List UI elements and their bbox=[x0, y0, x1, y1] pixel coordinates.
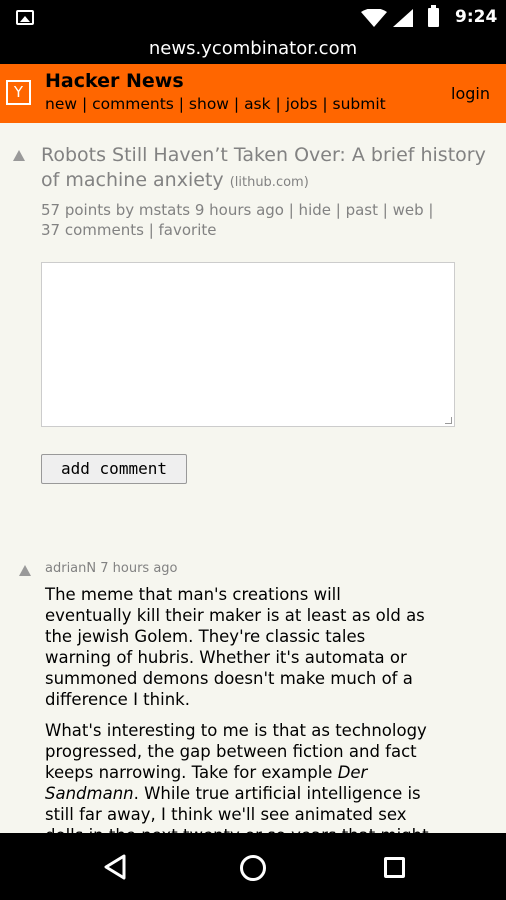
nav-ask[interactable]: ask bbox=[244, 95, 271, 113]
signal-icon bbox=[393, 9, 413, 27]
back-icon[interactable] bbox=[103, 854, 127, 880]
story-upvote-icon[interactable] bbox=[13, 150, 25, 161]
status-bar: 9:24 bbox=[0, 0, 506, 34]
comment-paragraph: What's interesting to me is that as tech… bbox=[45, 721, 429, 833]
top-nav: new | comments | show | ask | jobs | sub… bbox=[45, 95, 386, 113]
nav-comments[interactable]: comments bbox=[92, 95, 174, 113]
page-content: Robots Still Haven’t Taken Over: A brief… bbox=[0, 123, 506, 833]
hn-logo[interactable]: Y bbox=[6, 80, 31, 105]
wifi-icon bbox=[361, 9, 387, 27]
story-subtext: 57 points by mstats 9 hours ago | hide |… bbox=[41, 200, 481, 240]
story-subtext-line2[interactable]: 37 comments | favorite bbox=[41, 220, 481, 240]
comment-meta[interactable]: adrianN 7 hours ago bbox=[45, 561, 178, 576]
comment-textarea[interactable] bbox=[41, 262, 455, 427]
recent-apps-icon[interactable] bbox=[384, 857, 405, 878]
add-comment-button[interactable]: add comment bbox=[41, 454, 187, 484]
clock: 9:24 bbox=[455, 7, 498, 27]
home-icon[interactable] bbox=[240, 855, 266, 881]
nav-submit[interactable]: submit bbox=[333, 95, 386, 113]
nav-show[interactable]: show bbox=[189, 95, 229, 113]
url-bar[interactable]: news.ycombinator.com bbox=[0, 34, 506, 64]
battery-icon bbox=[428, 5, 439, 27]
story-site[interactable]: (lithub.com) bbox=[230, 175, 309, 190]
comment-body: The meme that man's creations will event… bbox=[45, 584, 430, 833]
story-title[interactable]: Robots Still Haven’t Taken Over: A brief… bbox=[41, 143, 493, 195]
image-notification-icon bbox=[16, 10, 34, 25]
comment-upvote-icon[interactable] bbox=[19, 565, 31, 576]
login-link[interactable]: login bbox=[451, 84, 490, 103]
nav-new[interactable]: new bbox=[45, 95, 77, 113]
story-subtext-line1[interactable]: 57 points by mstats 9 hours ago | hide |… bbox=[41, 200, 481, 220]
comment-paragraph: The meme that man's creations will event… bbox=[45, 585, 425, 709]
nav-jobs[interactable]: jobs bbox=[286, 95, 318, 113]
site-title[interactable]: Hacker News bbox=[45, 70, 184, 92]
